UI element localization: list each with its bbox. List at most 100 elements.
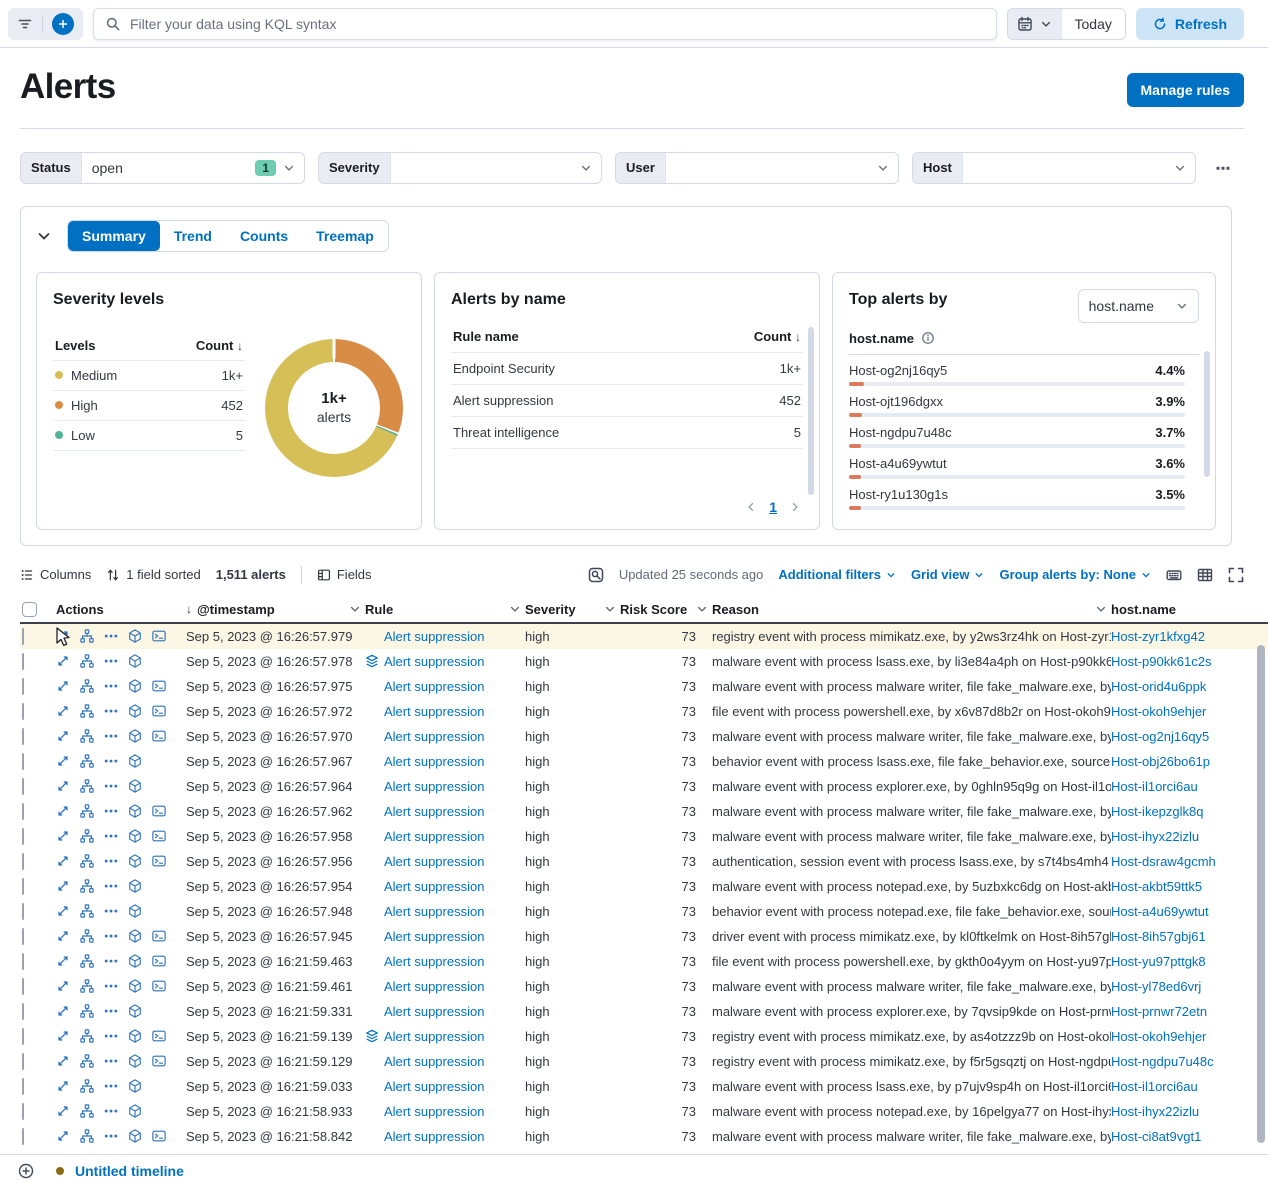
analyzer-icon[interactable] bbox=[80, 1079, 94, 1093]
top-alerts-field-select[interactable]: host.name bbox=[1078, 289, 1199, 323]
more-actions-icon[interactable] bbox=[104, 679, 118, 693]
user-filter[interactable]: User bbox=[615, 152, 899, 184]
expand-alert-icon[interactable] bbox=[56, 1104, 70, 1118]
more-actions-icon[interactable] bbox=[104, 804, 118, 818]
terminal-icon[interactable] bbox=[152, 704, 166, 718]
terminal-icon[interactable] bbox=[152, 729, 166, 743]
alert-host-link[interactable]: Host-ihyx22izlu bbox=[1111, 1104, 1199, 1119]
alert-host-link[interactable]: Host-yl78ed6vrj bbox=[1111, 979, 1201, 994]
more-actions-icon[interactable] bbox=[104, 729, 118, 743]
severity-filter[interactable]: Severity bbox=[318, 152, 602, 184]
alert-host-link[interactable]: Host-yu97pttgk8 bbox=[1111, 954, 1206, 969]
more-actions-icon[interactable] bbox=[104, 704, 118, 718]
expand-alert-icon[interactable] bbox=[56, 829, 70, 843]
expand-alert-icon[interactable] bbox=[56, 854, 70, 868]
more-actions-icon[interactable] bbox=[104, 1004, 118, 1018]
row-checkbox[interactable] bbox=[22, 1128, 24, 1145]
expand-alert-icon[interactable] bbox=[56, 1004, 70, 1018]
col-risk-score[interactable]: Risk Score bbox=[620, 602, 712, 617]
chevron-down-icon[interactable] bbox=[1095, 603, 1107, 615]
row-checkbox[interactable] bbox=[22, 628, 24, 645]
more-actions-icon[interactable] bbox=[104, 829, 118, 843]
terminal-icon[interactable] bbox=[152, 804, 166, 818]
analyzer-icon[interactable] bbox=[80, 854, 94, 868]
panel-scrollbar[interactable] bbox=[1204, 351, 1210, 477]
alert-rule-link[interactable]: Alert suppression bbox=[384, 904, 484, 919]
analyzer-icon[interactable] bbox=[80, 654, 94, 668]
count-col[interactable]: Count ↓ bbox=[754, 329, 801, 344]
alert-host-link[interactable]: Host-ikepzglk8q bbox=[1111, 804, 1204, 819]
alert-host-link[interactable]: Host-ci8at9vgt1 bbox=[1111, 1129, 1201, 1144]
col-host-name[interactable]: host.name bbox=[1111, 602, 1240, 617]
status-filter[interactable]: Status open 1 bbox=[20, 152, 305, 184]
row-checkbox[interactable] bbox=[22, 778, 24, 795]
refresh-button[interactable]: Refresh bbox=[1136, 8, 1244, 40]
analyzer-icon[interactable] bbox=[80, 1129, 94, 1143]
more-actions-icon[interactable] bbox=[104, 629, 118, 643]
more-actions-icon[interactable] bbox=[104, 1029, 118, 1043]
alert-host-link[interactable]: Host-okoh9ehjer bbox=[1111, 704, 1206, 719]
alert-rule-link[interactable]: Alert suppression bbox=[384, 729, 484, 744]
analyzer-icon[interactable] bbox=[80, 1004, 94, 1018]
row-checkbox[interactable] bbox=[22, 803, 24, 820]
summary-tab[interactable]: Counts bbox=[226, 221, 302, 251]
expand-alert-icon[interactable] bbox=[56, 729, 70, 743]
additional-filters-button[interactable]: Additional filters bbox=[778, 567, 896, 582]
info-icon[interactable] bbox=[921, 331, 935, 345]
session-cube-icon[interactable] bbox=[128, 904, 142, 918]
session-cube-icon[interactable] bbox=[128, 804, 142, 818]
expand-alert-icon[interactable] bbox=[56, 1029, 70, 1043]
alert-host-link[interactable]: Host-zyr1kfxg42 bbox=[1111, 629, 1205, 644]
expand-alert-icon[interactable] bbox=[56, 1129, 70, 1143]
alert-host-link[interactable]: Host-8ih57gbj61 bbox=[1111, 929, 1206, 944]
analyzer-icon[interactable] bbox=[80, 779, 94, 793]
date-picker-calendar-button[interactable] bbox=[1008, 9, 1061, 39]
row-checkbox[interactable] bbox=[22, 928, 24, 945]
row-checkbox[interactable] bbox=[22, 703, 24, 720]
severity-donut-chart[interactable]: 1k+ alerts bbox=[265, 339, 403, 477]
row-checkbox[interactable] bbox=[22, 828, 24, 845]
group-alerts-button[interactable]: Group alerts by: None bbox=[999, 567, 1151, 582]
more-filters-icon[interactable] bbox=[1215, 160, 1231, 176]
alert-host-link[interactable]: Host-obj26bo61p bbox=[1111, 754, 1210, 769]
row-checkbox[interactable] bbox=[22, 953, 24, 970]
alert-host-link[interactable]: Host-akbt59ttk5 bbox=[1111, 879, 1202, 894]
analyzer-icon[interactable] bbox=[80, 1029, 94, 1043]
session-cube-icon[interactable] bbox=[128, 654, 142, 668]
session-cube-icon[interactable] bbox=[128, 729, 142, 743]
col-timestamp[interactable]: ↓ @timestamp bbox=[186, 602, 365, 617]
analyzer-icon[interactable] bbox=[80, 979, 94, 993]
alert-rule-link[interactable]: Alert suppression bbox=[384, 679, 484, 694]
more-actions-icon[interactable] bbox=[104, 954, 118, 968]
host-filter[interactable]: Host bbox=[912, 152, 1196, 184]
page-scrollbar[interactable] bbox=[1257, 645, 1265, 1143]
session-cube-icon[interactable] bbox=[128, 779, 142, 793]
analyzer-icon[interactable] bbox=[80, 1104, 94, 1118]
row-checkbox[interactable] bbox=[22, 1053, 24, 1070]
expand-alert-icon[interactable] bbox=[56, 779, 70, 793]
analyzer-icon[interactable] bbox=[80, 679, 94, 693]
alert-rule-link[interactable]: Alert suppression bbox=[384, 1029, 484, 1044]
alert-host-link[interactable]: Host-dsraw4gcmh bbox=[1111, 854, 1216, 869]
panel-scrollbar[interactable] bbox=[808, 327, 814, 495]
alert-rule-link[interactable]: Alert suppression bbox=[384, 1004, 484, 1019]
alert-rule-link[interactable]: Alert suppression bbox=[384, 1054, 484, 1069]
next-page-icon[interactable] bbox=[789, 501, 801, 513]
filter-lines-icon[interactable] bbox=[17, 16, 33, 32]
alert-host-link[interactable]: Host-a4u69ywtut bbox=[1111, 904, 1209, 919]
alert-rule-link[interactable]: Alert suppression bbox=[384, 629, 484, 644]
alert-host-link[interactable]: Host-og2nj16qy5 bbox=[1111, 729, 1209, 744]
row-checkbox[interactable] bbox=[22, 1028, 24, 1045]
more-actions-icon[interactable] bbox=[104, 979, 118, 993]
row-checkbox[interactable] bbox=[22, 903, 24, 920]
row-checkbox[interactable] bbox=[22, 753, 24, 770]
row-checkbox[interactable] bbox=[22, 853, 24, 870]
sort-fields-button[interactable]: 1 field sorted bbox=[106, 567, 200, 582]
more-actions-icon[interactable] bbox=[104, 779, 118, 793]
alert-rule-link[interactable]: Alert suppression bbox=[384, 1129, 484, 1144]
session-cube-icon[interactable] bbox=[128, 629, 142, 643]
summary-tab[interactable]: Summary bbox=[68, 221, 160, 251]
expand-alert-icon[interactable] bbox=[56, 904, 70, 918]
page-number[interactable]: 1 bbox=[769, 499, 777, 515]
chevron-down-icon[interactable] bbox=[604, 603, 616, 615]
